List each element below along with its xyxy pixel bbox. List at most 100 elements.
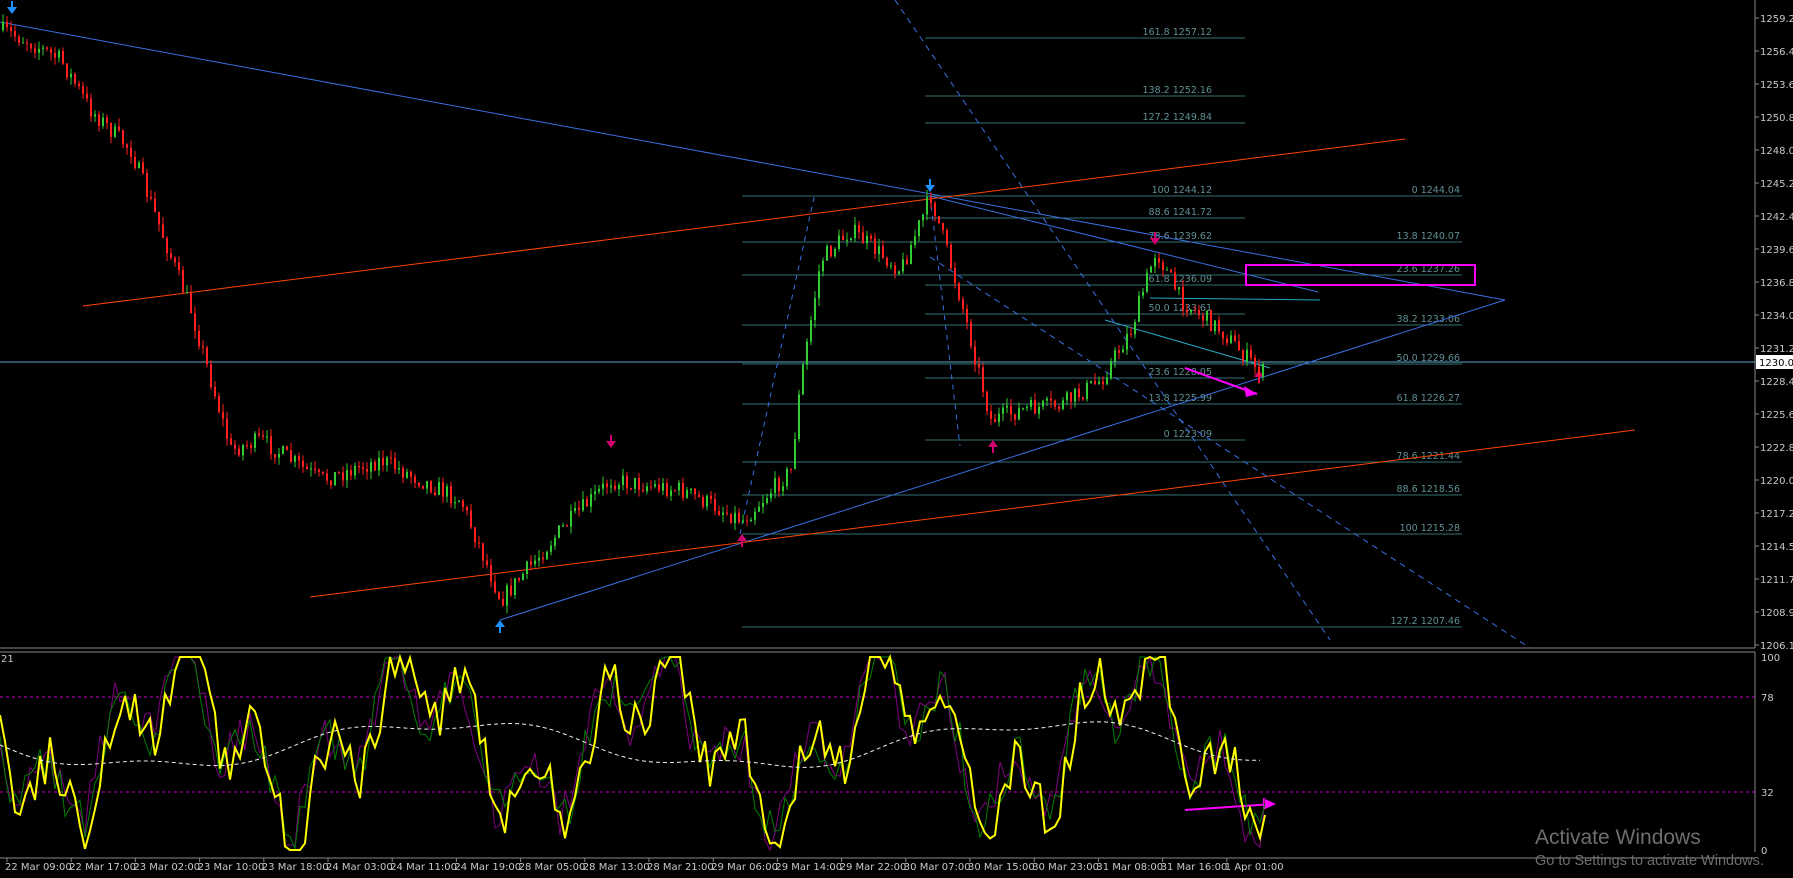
- candle-body: [570, 511, 572, 527]
- candle-body: [170, 253, 172, 258]
- candle-body: [26, 42, 28, 44]
- candle-body: [1230, 335, 1232, 344]
- candle-body: [1026, 406, 1028, 409]
- candle-body: [842, 235, 844, 241]
- time-axis-label: 30 Mar 07:00: [904, 862, 971, 873]
- candle-body: [398, 467, 400, 470]
- candle-body: [306, 466, 308, 469]
- candle-body: [698, 494, 700, 497]
- candle-body: [350, 470, 352, 476]
- candle-body: [870, 235, 872, 239]
- candle-body: [202, 346, 204, 348]
- price-axis-label: 1245.25: [1760, 179, 1793, 190]
- candle-body: [1014, 414, 1016, 420]
- fib-level-label: 61.8 1226.27: [1397, 393, 1460, 404]
- time-axis-label: 23 Mar 18:00: [262, 862, 329, 873]
- candle-body: [234, 444, 236, 449]
- candle-body: [862, 232, 864, 244]
- current-price-label: 1230.04: [1759, 358, 1793, 369]
- candle-body: [818, 271, 820, 299]
- candle-body: [542, 557, 544, 560]
- candle-body: [66, 63, 68, 78]
- candle-body: [1054, 400, 1056, 407]
- candle-body: [90, 98, 92, 117]
- candle-body: [366, 468, 368, 472]
- candle-body: [470, 510, 472, 528]
- candle-body: [778, 478, 780, 492]
- candle-body: [646, 486, 648, 492]
- candle-body: [1142, 291, 1144, 296]
- candle-body: [730, 513, 732, 524]
- candle-body: [394, 457, 396, 470]
- candle-body: [1138, 295, 1140, 323]
- candle-body: [206, 347, 208, 365]
- candle-body: [734, 512, 736, 524]
- candle-body: [554, 537, 556, 546]
- candle-body: [1206, 310, 1208, 321]
- candle-body: [1202, 315, 1204, 321]
- price-axis-label: 1250.85: [1760, 113, 1793, 124]
- chart-window[interactable]: 161.8 1257.12 138.2 1252.16 127.2 1249.84 1…: [0, 0, 1793, 878]
- candle-body: [110, 122, 112, 137]
- osc-axis-label: 78: [1761, 693, 1774, 704]
- candle-body: [262, 435, 264, 437]
- candle-body: [662, 483, 664, 491]
- candle-body: [594, 491, 596, 495]
- candle-body: [1002, 407, 1004, 414]
- candle-body: [242, 445, 244, 456]
- candle-body: [1090, 380, 1092, 383]
- candle-body: [326, 473, 328, 481]
- candle-body: [118, 126, 120, 131]
- candle-body: [226, 418, 228, 439]
- candle-body: [414, 476, 416, 483]
- osc-signal-green: [0, 656, 1266, 851]
- candle-body: [990, 411, 992, 419]
- candle-body: [1214, 320, 1216, 332]
- candle-body: [946, 230, 948, 245]
- divergence-arrow-osc: [1184, 803, 1273, 811]
- candle-body: [82, 86, 84, 94]
- price-axis-label: 1206.10: [1760, 641, 1793, 652]
- candle-body: [702, 496, 704, 507]
- candle-body: [906, 259, 908, 265]
- candle-body: [158, 211, 160, 225]
- time-axis-label: 30 Mar 23:00: [1032, 862, 1099, 873]
- candle-body: [1166, 269, 1168, 271]
- candle-body: [974, 346, 976, 365]
- candle-body: [78, 83, 80, 87]
- candle-body: [286, 446, 288, 451]
- osc-signal-purple: [0, 655, 1266, 852]
- time-axis-label: 29 Mar 06:00: [711, 862, 778, 873]
- candle-body: [42, 47, 44, 49]
- price-chart[interactable]: 161.8 1257.12 138.2 1252.16 127.2 1249.84 1…: [0, 0, 1793, 878]
- candle-body: [558, 525, 560, 538]
- candle-body: [874, 238, 876, 255]
- candle-body: [358, 465, 360, 468]
- candle-body: [162, 224, 164, 238]
- price-axis-label: 1256.40: [1760, 47, 1793, 58]
- candle-body: [546, 551, 548, 560]
- candle-body: [178, 262, 180, 270]
- candle-body: [518, 578, 520, 581]
- candle-body: [186, 292, 188, 294]
- candle-body: [1030, 399, 1032, 407]
- candle-body: [718, 511, 720, 515]
- candle-body: [926, 197, 928, 215]
- candle-body: [1198, 310, 1200, 316]
- candle-body: [98, 114, 100, 126]
- time-axis-label: 31 Mar 08:00: [1096, 862, 1163, 873]
- candle-body: [378, 457, 380, 471]
- candle-body: [142, 162, 144, 174]
- time-axis-label: 23 Mar 10:00: [198, 862, 265, 873]
- divergence-arrowhead-price: [1244, 386, 1257, 397]
- candle-body: [474, 527, 476, 543]
- candle-body: [966, 308, 968, 323]
- candle-body: [382, 457, 384, 466]
- candle-body: [1082, 397, 1084, 400]
- candle-body: [322, 471, 324, 474]
- candle-body: [766, 498, 768, 503]
- candle-body: [86, 93, 88, 99]
- candle-body: [754, 511, 756, 520]
- candle-body: [898, 271, 900, 274]
- activate-windows-subtitle: Go to Settings to activate Windows.: [1535, 853, 1764, 869]
